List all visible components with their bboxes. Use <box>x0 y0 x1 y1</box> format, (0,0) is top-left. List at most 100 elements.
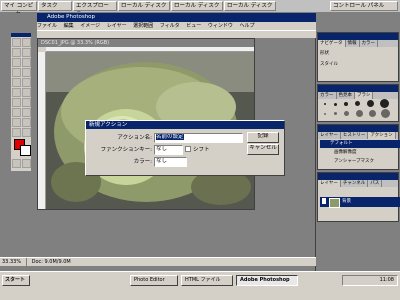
task-photo-editor[interactable]: Photo Editor <box>130 275 178 286</box>
shortcut-explorer[interactable]: エクスプローラ <box>73 1 117 18</box>
menu-image[interactable]: イメージ <box>80 23 100 29</box>
style-label: スタイル <box>320 62 338 67</box>
path-tool[interactable] <box>12 108 21 117</box>
brush-preset[interactable] <box>355 101 360 106</box>
function-key-value: なし <box>156 146 168 152</box>
dialog-title: 新規アクション <box>89 122 128 128</box>
brush-preset[interactable] <box>380 99 389 108</box>
cancel-button[interactable]: キャンセル <box>247 144 279 155</box>
marquee-tool[interactable] <box>12 38 21 47</box>
shortcut-local-disk-e[interactable]: ローカル ディスク <box>224 1 276 11</box>
brush-preset[interactable] <box>381 109 390 118</box>
menu-window[interactable]: ウィンドウ <box>208 23 233 29</box>
tab-layers-alt[interactable]: レイヤー <box>318 132 341 139</box>
start-button[interactable]: スタート <box>2 275 30 286</box>
task-html-file[interactable]: HTML ファイル <box>181 275 233 286</box>
tab-color-swatches[interactable]: カラー <box>318 92 337 99</box>
shift-label: シフト <box>193 147 210 153</box>
tab-layers[interactable]: レイヤー <box>318 180 341 187</box>
layer-name: 背景 <box>342 199 351 204</box>
shortcut-task[interactable]: タスク <box>38 1 72 11</box>
shape-tool[interactable] <box>22 118 31 127</box>
menu-view[interactable]: ビュー <box>186 23 201 29</box>
action-set-row[interactable]: デフォルト <box>320 140 400 148</box>
brush-preset[interactable] <box>324 113 326 115</box>
action-row[interactable]: 画像解像度 <box>320 149 400 157</box>
menu-select[interactable]: 選択範囲 <box>133 23 153 29</box>
tab-actions[interactable]: アクション <box>368 132 396 139</box>
app-title-bar: Adobe Photoshop <box>37 13 316 22</box>
healing-tool[interactable] <box>12 68 21 77</box>
color-select[interactable]: なし <box>154 157 187 167</box>
brush-preset[interactable] <box>344 102 348 106</box>
shift-checkbox[interactable] <box>185 146 191 152</box>
document-size: Doc: 9.0M/9.0M <box>31 259 71 265</box>
move-tool[interactable] <box>22 38 31 47</box>
brush-tool[interactable] <box>22 68 31 77</box>
dodge-tool[interactable] <box>22 98 31 107</box>
action-name-field[interactable]: 名前の設定 <box>154 133 243 143</box>
tab-paths[interactable]: パス <box>368 180 383 187</box>
background-color-swatch[interactable] <box>20 145 31 156</box>
crop-tool[interactable] <box>12 58 21 67</box>
menu-layer[interactable]: レイヤー <box>107 23 127 29</box>
zoom-tool[interactable] <box>22 128 31 137</box>
menu-help[interactable]: ヘルプ <box>240 23 255 29</box>
brush-preset[interactable] <box>356 110 363 117</box>
taskbar: スタート Photo Editor HTML ファイル Adobe Photos… <box>0 271 400 300</box>
dialog-title-bar: 新規アクション <box>86 121 284 129</box>
type-tool[interactable] <box>22 108 31 117</box>
app-title: Adobe Photoshop <box>47 14 96 20</box>
function-key-select[interactable]: なし <box>154 145 183 155</box>
tab-info[interactable]: 情報 <box>346 40 360 47</box>
shortcut-control-panel[interactable]: コントロール パネル <box>330 1 398 11</box>
lasso-tool[interactable] <box>12 48 21 57</box>
tab-history[interactable]: ヒストリー <box>341 132 369 139</box>
action-row[interactable]: アンシャープマスク <box>320 158 400 166</box>
panel-title-bar <box>318 33 398 40</box>
tab-swatches[interactable]: 色見本 <box>337 92 355 99</box>
tab-navigator[interactable]: ナビゲータ <box>318 40 346 47</box>
tab-brushes[interactable]: ブラシ <box>355 92 374 99</box>
zoom-level[interactable]: 33.33% <box>0 258 27 266</box>
function-key-label: ファンクションキー: <box>100 147 152 153</box>
shortcut-my-computer[interactable]: マイ コンピュータ <box>1 1 37 18</box>
shape-label: 形状 <box>320 51 329 56</box>
history-brush-tool[interactable] <box>22 78 31 87</box>
eye-icon[interactable] <box>322 198 326 204</box>
brush-preset[interactable] <box>334 112 337 115</box>
document-title-bar: DSC01_JPG @ 33.3% (RGB) <box>38 39 254 47</box>
clock: 11:08 <box>379 277 394 283</box>
brush-preset[interactable] <box>334 103 337 106</box>
document-title: DSC01_JPG @ 33.3% (RGB) <box>41 40 110 46</box>
style-row: スタイル <box>320 61 396 69</box>
brushes-tabs: カラー 色見本 ブラシ <box>318 92 398 99</box>
slice-tool[interactable] <box>22 58 31 67</box>
brush-preset[interactable] <box>344 111 349 116</box>
status-bar: 33.33% Doc: 9.0M/9.0M <box>0 257 316 266</box>
eraser-tool[interactable] <box>12 88 21 97</box>
menu-filter[interactable]: フィルタ <box>160 23 180 29</box>
tab-color[interactable]: カラー <box>360 40 378 47</box>
pen-tool[interactable] <box>12 118 21 127</box>
shortcut-local-disk-c[interactable]: ローカル ディスク <box>118 1 170 11</box>
screen-mode-tool[interactable] <box>22 159 31 168</box>
menu-file[interactable]: ファイル <box>37 23 57 29</box>
top-shortcut-bar: マイ コンピュータ タスク エクスプローラ ローカル ディスク ローカル ディス… <box>0 0 400 18</box>
menu-edit[interactable]: 編集 <box>64 23 74 29</box>
brush-preset[interactable] <box>367 100 374 107</box>
action-label: 画像解像度 <box>334 150 357 155</box>
hand-tool[interactable] <box>12 128 21 137</box>
record-button[interactable]: 記録 <box>247 132 279 143</box>
magic-wand-tool[interactable] <box>22 48 31 57</box>
quick-mask-tool[interactable] <box>12 159 21 168</box>
blur-tool[interactable] <box>12 98 21 107</box>
gradient-tool[interactable] <box>22 88 31 97</box>
task-photoshop[interactable]: Adobe Photoshop <box>236 275 298 286</box>
shortcut-local-disk-d[interactable]: ローカル ディスク <box>171 1 223 11</box>
brush-preset[interactable] <box>369 110 376 117</box>
panel-title-bar <box>318 125 398 132</box>
tab-channels[interactable]: チャンネル <box>341 180 369 187</box>
brush-preset[interactable] <box>324 103 326 105</box>
stamp-tool[interactable] <box>12 78 21 87</box>
